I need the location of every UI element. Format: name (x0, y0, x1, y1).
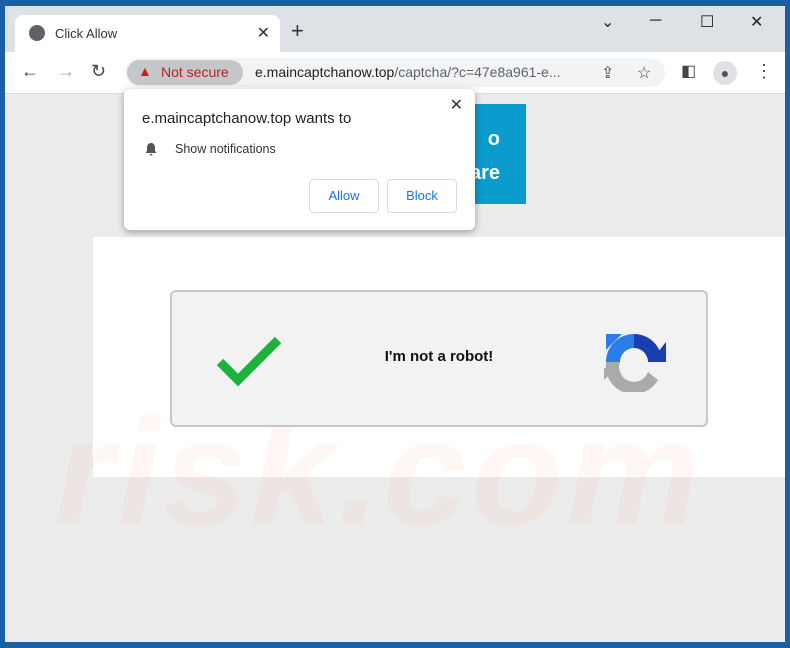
popup-title: e.maincaptchanow.top wants to (142, 110, 352, 127)
tab-click-allow[interactable]: Click Allow ✕ (15, 15, 280, 52)
toolbar: ← → ↻ ▲ Not secure e.maincaptchanow.top/… (5, 52, 785, 94)
fake-captcha-box[interactable]: I'm not a robot! (170, 290, 708, 427)
security-label: Not secure (161, 64, 229, 80)
title-bar: Click Allow ✕ + ⌄ ─ ☐ ✕ (5, 6, 785, 52)
chevron-down-icon[interactable]: ⌄ (601, 12, 614, 32)
close-window-button[interactable]: ✕ (750, 12, 763, 32)
tab-close-icon[interactable]: ✕ (257, 23, 270, 43)
star-icon[interactable]: ☆ (637, 63, 651, 83)
bell-icon (145, 143, 157, 156)
allow-button[interactable]: Allow (309, 179, 379, 213)
tab-title: Click Allow (55, 26, 118, 41)
recaptcha-logo-icon (604, 334, 666, 392)
url-text[interactable]: e.maincaptchanow.top/captcha/?c=47e8a961… (255, 64, 561, 80)
globe-icon (29, 25, 45, 41)
block-button[interactable]: Block (387, 179, 457, 213)
minimize-button[interactable]: ─ (650, 12, 661, 30)
share-icon[interactable]: ⇪ (601, 63, 614, 83)
address-bar[interactable]: ▲ Not secure e.maincaptchanow.top/captch… (125, 58, 665, 87)
url-domain: e.maincaptchanow.top (255, 64, 395, 80)
permission-text: Show notifications (175, 142, 276, 156)
browser-window: Click Allow ✕ + ⌄ ─ ☐ ✕ ← → ↻ ▲ Not secu… (5, 6, 785, 642)
forward-button[interactable]: → (57, 61, 75, 82)
side-panel-icon[interactable]: ◧ (681, 61, 696, 81)
warning-icon: ▲ (138, 63, 152, 79)
maximize-button[interactable]: ☐ (700, 12, 714, 32)
url-path: /captcha/?c=47e8a961-e... (394, 64, 561, 80)
notification-permission-popup: e.maincaptchanow.top wants to ✕ Show not… (124, 89, 475, 230)
popup-close-icon[interactable]: ✕ (450, 95, 463, 115)
menu-icon[interactable]: ⋮ (755, 61, 773, 82)
profile-avatar-icon[interactable]: ● (713, 61, 737, 85)
reload-button[interactable]: ↻ (91, 61, 106, 82)
not-secure-chip[interactable]: ▲ Not secure (127, 60, 243, 85)
back-button[interactable]: ← (21, 61, 39, 82)
new-tab-button[interactable]: + (291, 18, 304, 44)
